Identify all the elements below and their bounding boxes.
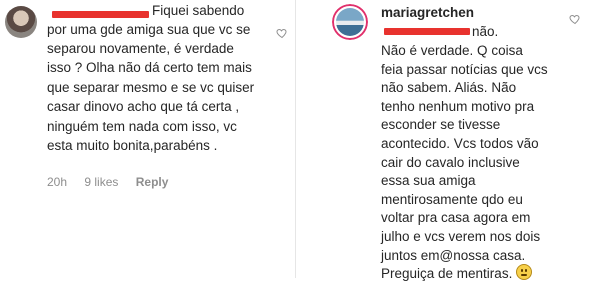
heart-outline-icon[interactable] (569, 13, 581, 25)
comment-line: acontecido. Vcs todos vão (381, 136, 539, 151)
comment-line: julho e vcs verem nos dois (381, 229, 541, 244)
heart-outline-icon[interactable] (276, 27, 288, 39)
comment-line: cair do cavalo inclusive (381, 154, 520, 170)
comment-line: isso ? Olha não dá certo tem mais (47, 60, 252, 75)
comment-line: essa sua amiga (381, 173, 476, 189)
comment-line: tenho nenhum motivo pra (381, 98, 535, 114)
comment-line: mentirosamente qdo eu (381, 191, 523, 207)
reply-button[interactable]: Reply (136, 175, 169, 189)
commenter-avatar[interactable] (5, 6, 37, 38)
comment-line: por uma gde amiga sua que vc se (47, 22, 251, 37)
comment-meta: 20h 9 likes Reply (47, 175, 182, 189)
comment-first-line: Fiquei sabendo (152, 3, 245, 18)
comment-line: juntos em@nossa casa. (381, 247, 526, 263)
comment-likes[interactable]: 9 likes (84, 175, 118, 189)
comment-line: voltar pra casa agora em (381, 210, 531, 226)
comment-line: esconder se tivesse (381, 117, 501, 133)
comment-line: não sabem. Aliás. Não (381, 80, 517, 96)
comment-username[interactable]: mariagretchen (381, 3, 474, 22)
comment-line: Não é verdade. Q coisa (381, 43, 523, 58)
comment-line: ninguém tem nada com isso, vc (47, 119, 237, 134)
comment-last-line-text: Preguiça de mentiras. (381, 266, 517, 282)
redacted-mention (384, 28, 470, 35)
mariagretchen-avatar[interactable] (332, 4, 368, 40)
comment-line: que separar mesmo e se vc quiser (47, 80, 255, 95)
comment-line: casar dinovo acho que tá certa , (47, 99, 240, 114)
comment-line: separou novamente, é verdade (47, 41, 234, 56)
redacted-username (52, 11, 149, 18)
comment-first-line: não. (472, 24, 499, 39)
comment-last-line: Preguiça de mentiras. (381, 264, 533, 283)
comment-line: esta muito bonita,parabéns . (47, 138, 218, 153)
column-divider (295, 0, 296, 278)
comment-time: 20h (47, 175, 68, 189)
comment-line: feia passar notícias que vcs (381, 61, 548, 77)
